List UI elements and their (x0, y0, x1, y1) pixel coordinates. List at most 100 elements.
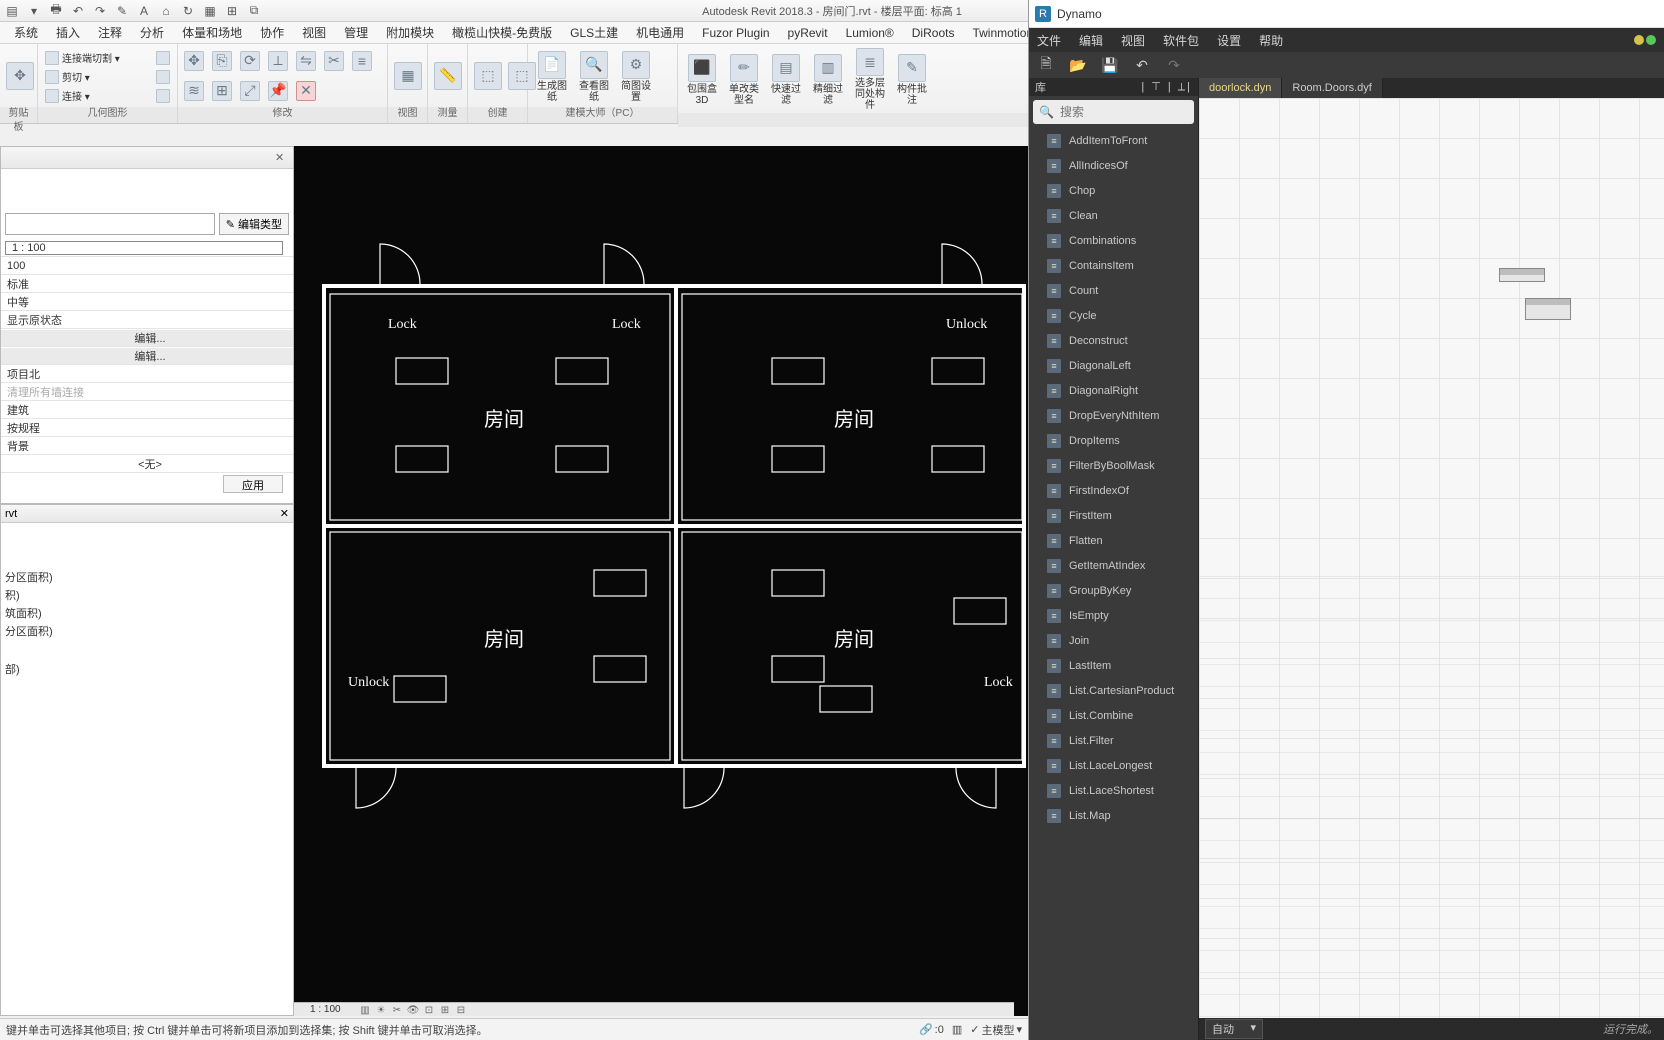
tab-insert[interactable]: 插入 (54, 22, 82, 43)
tab-view[interactable]: 视图 (300, 22, 328, 43)
tab-analyze[interactable]: 分析 (138, 22, 166, 43)
rename-type-button[interactable]: ✏单改类型名 (724, 52, 764, 108)
library-item[interactable]: ≡Chop (1041, 178, 1198, 203)
vc-icon[interactable]: ⊞ (438, 1003, 452, 1017)
library-item[interactable]: ≡GetItemAtIndex (1041, 553, 1198, 578)
tab-mass[interactable]: 体量和场地 (180, 22, 244, 43)
library-item[interactable]: ≡DiagonalRight (1041, 378, 1198, 403)
tab-addins[interactable]: 附加模块 (384, 22, 436, 43)
trim-button[interactable]: ⟂ (266, 49, 290, 75)
prop-bg[interactable]: 背景 (1, 438, 293, 454)
library-item[interactable]: ≡FilterByBoolMask (1041, 453, 1198, 478)
library-item[interactable]: ≡LastItem (1041, 653, 1198, 678)
prop-medium[interactable]: 中等 (1, 294, 293, 310)
qat-save-icon[interactable]: 🖶 (48, 3, 64, 19)
dynamo-node[interactable] (1525, 298, 1571, 320)
tab-twinmotion[interactable]: Twinmotion (970, 24, 1035, 42)
tab-collab[interactable]: 协作 (258, 22, 286, 43)
view-scale[interactable]: 1 : 100 (310, 1003, 341, 1017)
tab-mep[interactable]: 机电通用 (634, 22, 686, 43)
workspace-tab[interactable]: Room.Doors.dyf (1282, 78, 1382, 98)
save-file-icon[interactable]: 💾 (1101, 56, 1119, 74)
edit-type-button[interactable]: ✎ 编辑类型 (219, 213, 289, 235)
tab-olive[interactable]: 橄榄山快模-免费版 (450, 22, 554, 43)
copy-button[interactable]: ⎘ (210, 49, 234, 75)
delete-button[interactable]: ✕ (294, 79, 318, 105)
tab-system[interactable]: 系统 (12, 22, 40, 43)
vc-icon[interactable]: ✂ (390, 1003, 404, 1017)
cut-end-button[interactable]: 连接端切割 ▾ (42, 49, 123, 67)
prop-arch[interactable]: 建筑 (1, 402, 293, 418)
mirror-button[interactable]: ⇋ (294, 49, 318, 75)
move-button[interactable]: ✥ (182, 49, 206, 75)
geom-extra-1[interactable] (153, 49, 173, 67)
measure-panel-button[interactable]: 📏 (432, 60, 464, 94)
qat-expand-icon[interactable]: ⊞ (224, 3, 240, 19)
library-item[interactable]: ≡Combinations (1041, 228, 1198, 253)
tab-manage[interactable]: 管理 (342, 22, 370, 43)
qat-text-icon[interactable]: A (136, 3, 152, 19)
redo-icon[interactable]: ↷ (1165, 56, 1183, 74)
library-item[interactable]: ≡Join (1041, 628, 1198, 653)
align-button[interactable]: ≡ (350, 49, 374, 75)
library-item[interactable]: ≡Deconstruct (1041, 328, 1198, 353)
library-item[interactable]: ≡GroupByKey (1041, 578, 1198, 603)
run-mode-selector[interactable]: 自动 (1205, 1019, 1263, 1039)
vc-icon[interactable]: ⊡ (422, 1003, 436, 1017)
cut-button[interactable]: 剪切 ▾ (42, 68, 123, 86)
library-item[interactable]: ≡List.LaceLongest (1041, 753, 1198, 778)
close-icon[interactable]: ✕ (275, 151, 289, 165)
menu-settings[interactable]: 设置 (1217, 32, 1241, 49)
qat-measure-icon[interactable]: ✎ (114, 3, 130, 19)
library-item[interactable]: ≡Count (1041, 278, 1198, 303)
workspace-tab-active[interactable]: doorlock.dyn (1199, 78, 1282, 98)
library-item[interactable]: ≡FirstIndexOf (1041, 478, 1198, 503)
library-list[interactable]: ≡AddItemToFront≡AllIndicesOf≡Chop≡Clean≡… (1029, 128, 1198, 1040)
library-item[interactable]: ≡Cycle (1041, 303, 1198, 328)
pin-button[interactable]: 📌 (266, 79, 290, 105)
prop-scale[interactable]: 1 : 100 (5, 241, 283, 255)
close-icon[interactable]: ✕ (280, 507, 289, 520)
apply-button[interactable]: 应用 (223, 475, 283, 493)
split-button[interactable]: ✂ (322, 49, 346, 75)
qat-redo-icon[interactable]: ↷ (92, 3, 108, 19)
menu-view[interactable]: 视图 (1121, 32, 1145, 49)
search-input[interactable] (1060, 105, 1215, 119)
library-item[interactable]: ≡List.Map (1041, 803, 1198, 828)
qat-3d-icon[interactable]: ⌂ (158, 3, 174, 19)
qat-window-icon[interactable]: ⧉ (246, 3, 262, 19)
library-item[interactable]: ≡DiagonalLeft (1041, 353, 1198, 378)
view-panel-button[interactable]: ▦ (392, 60, 424, 94)
browser-tree[interactable]: 分区面积) 积) 筑面积) 分区面积) 部) (1, 523, 293, 685)
type-selector[interactable] (5, 213, 215, 235)
qat-section-icon[interactable]: ▦ (202, 3, 218, 19)
tab-annotate[interactable]: 注释 (96, 22, 124, 43)
library-item[interactable]: ≡List.LaceShortest (1041, 778, 1198, 803)
library-item[interactable]: ≡IsEmpty (1041, 603, 1198, 628)
tab-gls[interactable]: GLS土建 (568, 22, 620, 43)
bbox3d-button[interactable]: ⬛包围盒3D (682, 52, 722, 108)
drawing-canvas[interactable]: 房间 房间 房间 房间 Lock Lock Unlock Unlock Lock… (294, 146, 1028, 1016)
prop-edit-1[interactable]: 编辑... (1, 330, 293, 346)
view-sheet-button[interactable]: 🔍查看图纸 (574, 49, 614, 105)
menu-edit[interactable]: 编辑 (1079, 32, 1103, 49)
library-item[interactable]: ≡DropItems (1041, 428, 1198, 453)
open-file-icon[interactable]: 📂 (1069, 56, 1087, 74)
prop-none[interactable]: <无> (1, 456, 293, 472)
workspace-canvas[interactable] (1199, 98, 1664, 1018)
dynamo-title-bar[interactable]: R Dynamo (1029, 0, 1664, 28)
multi-level-button[interactable]: ≣选多层同处构件 (850, 46, 890, 113)
library-item[interactable]: ≡DropEveryNthItem (1041, 403, 1198, 428)
menu-help[interactable]: 帮助 (1259, 32, 1283, 49)
vc-icon[interactable]: ⊟ (454, 1003, 468, 1017)
library-search[interactable]: 🔍 (1033, 100, 1194, 124)
library-item[interactable]: ≡ContainsItem (1041, 253, 1198, 278)
library-item[interactable]: ≡AllIndicesOf (1041, 153, 1198, 178)
offset-button[interactable]: ≋ (182, 79, 206, 105)
qat-sync-icon[interactable]: ↻ (180, 3, 196, 19)
library-item[interactable]: ≡FirstItem (1041, 503, 1198, 528)
prop-scale-val[interactable]: 100 (1, 260, 293, 272)
qat-menu-icon[interactable]: ▤ (4, 3, 20, 19)
quick-filter-button[interactable]: ▤快速过滤 (766, 52, 806, 108)
tab-pyrevit[interactable]: pyRevit (786, 24, 830, 42)
